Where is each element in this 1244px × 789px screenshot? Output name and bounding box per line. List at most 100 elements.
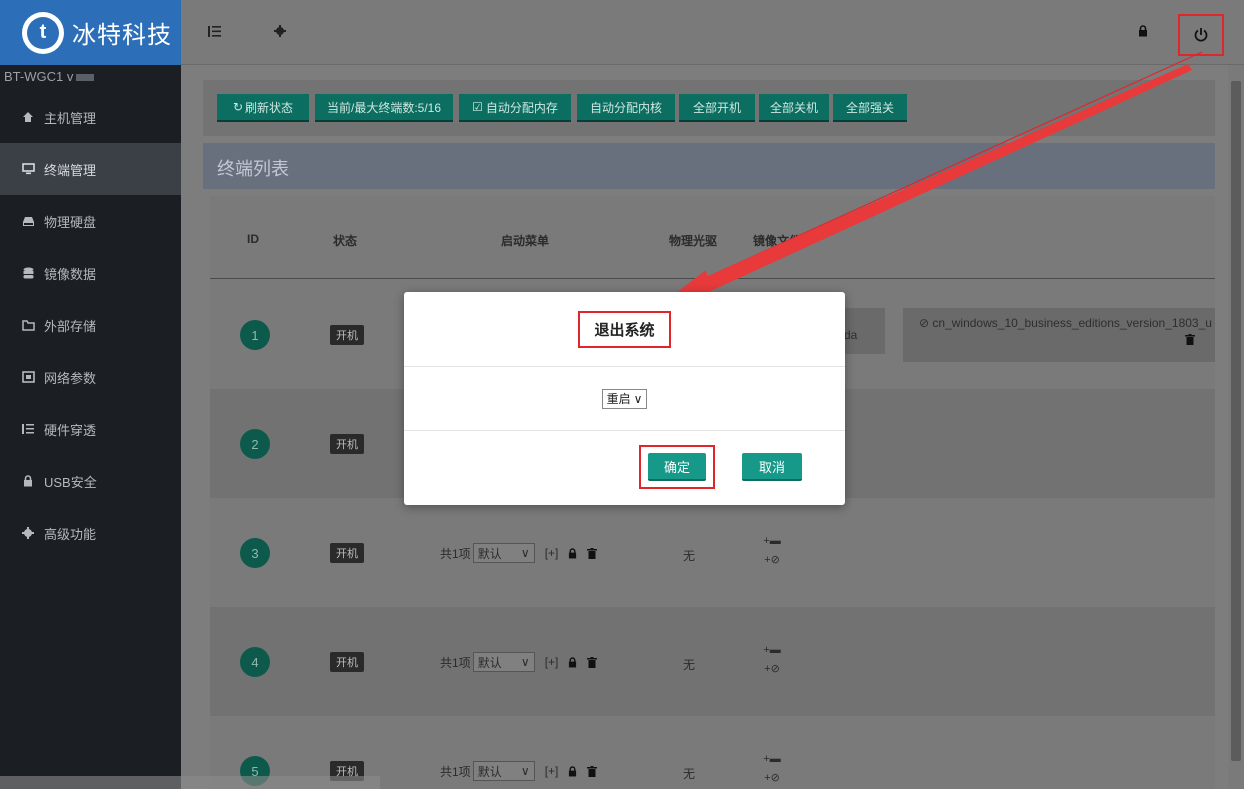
home-icon — [20, 110, 36, 124]
sidebar-item-label: 外部存储 — [44, 318, 97, 334]
add-disc-icon[interactable]: +⊘ — [764, 659, 780, 677]
scrollbar[interactable] — [1228, 65, 1244, 789]
trash-icon[interactable] — [587, 765, 598, 777]
trash-icon[interactable] — [1185, 334, 1195, 348]
chevron-down-icon: ∨ — [520, 546, 530, 560]
checkbox-icon: ☑ — [472, 100, 483, 114]
column-header-boot: 启动菜单 — [501, 234, 550, 248]
column-header-optical: 物理光驱 — [669, 234, 718, 248]
column-header-mirror: 镜像文件 — [753, 234, 802, 248]
sidebar-item-host[interactable]: 主机管理 — [0, 91, 181, 143]
scan-icon[interactable]: [+] — [545, 546, 559, 560]
sidebar-item-label: 物理硬盘 — [44, 214, 97, 230]
list-toggle-icon[interactable] — [205, 22, 223, 40]
lock-icon[interactable] — [568, 656, 577, 668]
trash-icon[interactable] — [587, 656, 598, 668]
exit-mode-select[interactable]: 重启 ∨ — [601, 388, 648, 409]
boot-menu: 共1项 默认 ∨ [+] — [440, 652, 598, 672]
sidebar-item-label: 终端管理 — [44, 162, 97, 178]
sidebar-item-usb[interactable]: USB安全 — [0, 455, 181, 507]
lock-icon[interactable] — [568, 765, 577, 777]
ok-button[interactable]: 确定 — [648, 453, 706, 481]
add-disc-icon[interactable]: +⊘ — [764, 550, 780, 568]
boot-select[interactable]: 默认 ∨ — [472, 761, 535, 781]
add-disc-icon[interactable]: +⊘ — [764, 768, 780, 786]
column-header-id: ID — [247, 232, 259, 246]
sidebar-item-label: 主机管理 — [44, 110, 97, 126]
disc-icon: ⊘ — [919, 316, 930, 330]
mirror-add: +▬ +⊘ — [760, 532, 784, 568]
brand-name: 冰特科技 — [72, 22, 172, 49]
gear-icon[interactable] — [271, 22, 289, 40]
row-id: 3 — [240, 538, 270, 568]
all-force-off-button[interactable]: 全部强关 — [833, 94, 907, 122]
scan-icon[interactable]: [+] — [545, 655, 559, 669]
status-badge: 开机 — [330, 543, 364, 563]
image-card[interactable]: ⊘ cn_windows_10_business_editions_versio… — [903, 308, 1215, 362]
power-button[interactable] — [1178, 14, 1224, 56]
harddisk-icon — [20, 214, 36, 228]
status-badge: 开机 — [330, 434, 364, 454]
auto-memory-button[interactable]: ☑ 自动分配内存 — [459, 94, 571, 122]
cancel-button[interactable]: 取消 — [742, 453, 802, 481]
folder-icon — [20, 318, 36, 332]
sidebar-item-label: 网络参数 — [44, 370, 97, 386]
top-bar — [181, 0, 1244, 65]
sidebar-item-passthrough[interactable]: 硬件穿透 — [0, 403, 181, 455]
mirror-add: +▬ +⊘ — [760, 750, 784, 786]
optical-value: 无 — [683, 767, 696, 781]
brand-header[interactable]: t 冰特科技 — [0, 0, 181, 65]
refresh-button[interactable]: ↻ 刷新状态 — [217, 94, 309, 122]
gear-icon — [20, 526, 36, 540]
dialog-header: 退出系统 — [404, 292, 845, 367]
status-badge: 开机 — [330, 325, 364, 345]
sidebar-item-disk[interactable]: 物理硬盘 — [0, 195, 181, 247]
sidebar-item-advanced[interactable]: 高级功能 — [0, 507, 181, 559]
lock-icon[interactable] — [1134, 22, 1152, 40]
sidebar-item-label: 高级功能 — [44, 526, 97, 542]
row-id: 1 — [240, 320, 270, 350]
network-icon — [20, 370, 36, 384]
toolbar: ↻ 刷新状态 当前/最大终端数:5/16 ☑ 自动分配内存 自动分配内核 全部开机 … — [203, 80, 1215, 136]
row-id: 4 — [240, 647, 270, 677]
column-header-status: 状态 — [333, 234, 358, 248]
add-disk-icon[interactable]: +▬ — [763, 750, 780, 768]
mirror-add: +▬ +⊘ — [760, 641, 784, 677]
sidebar-item-label: 镜像数据 — [44, 266, 97, 282]
monitor-icon — [20, 162, 36, 176]
version-label: BT-WGC1 v — [0, 65, 181, 91]
add-disk-icon[interactable]: +▬ — [763, 532, 780, 550]
boot-select[interactable]: 默认 ∨ — [472, 543, 535, 563]
sidebar-item-network[interactable]: 网络参数 — [0, 351, 181, 403]
ok-button-highlight: 确定 — [639, 445, 715, 489]
logout-dialog: 退出系统 重启 ∨ 确定 取消 — [404, 292, 845, 505]
terminal-list-title: 终端列表 — [203, 143, 1215, 189]
status-strip — [0, 776, 380, 789]
row-id: 2 — [240, 429, 270, 459]
scrollbar-thumb[interactable] — [1231, 81, 1241, 761]
auto-cores-button[interactable]: 自动分配内核 — [577, 94, 675, 122]
sidebar-item-image[interactable]: 镜像数据 — [0, 247, 181, 299]
boot-select[interactable]: 默认 ∨ — [472, 652, 535, 672]
lock-icon — [20, 474, 36, 488]
scan-icon[interactable]: [+] — [545, 764, 559, 778]
lock-icon[interactable] — [568, 547, 577, 559]
terminal-count-button[interactable]: 当前/最大终端数:5/16 — [315, 94, 453, 122]
boot-menu: 共1项 默认 ∨ [+] — [440, 543, 598, 563]
chevron-down-icon: ∨ — [520, 655, 530, 669]
optical-value: 无 — [683, 549, 696, 563]
all-on-button[interactable]: 全部开机 — [679, 94, 755, 122]
chevron-down-icon: ∨ — [520, 764, 530, 778]
status-badge: 开机 — [330, 652, 364, 672]
sidebar-item-label: 硬件穿透 — [44, 422, 97, 438]
power-icon — [1194, 28, 1208, 42]
list-icon — [20, 422, 36, 436]
sidebar-item-storage[interactable]: 外部存储 — [0, 299, 181, 351]
add-disk-icon[interactable]: +▬ — [763, 641, 780, 659]
trash-icon[interactable] — [587, 547, 598, 559]
sidebar-item-terminal[interactable]: 终端管理 — [0, 143, 181, 195]
dialog-body: 重启 ∨ — [404, 367, 845, 431]
all-off-button[interactable]: 全部关机 — [759, 94, 829, 122]
table-row: 3 开机 共1项 默认 ∨ [+] 无 +▬ +⊘ — [210, 498, 1215, 607]
brand-logo: t — [22, 11, 64, 54]
